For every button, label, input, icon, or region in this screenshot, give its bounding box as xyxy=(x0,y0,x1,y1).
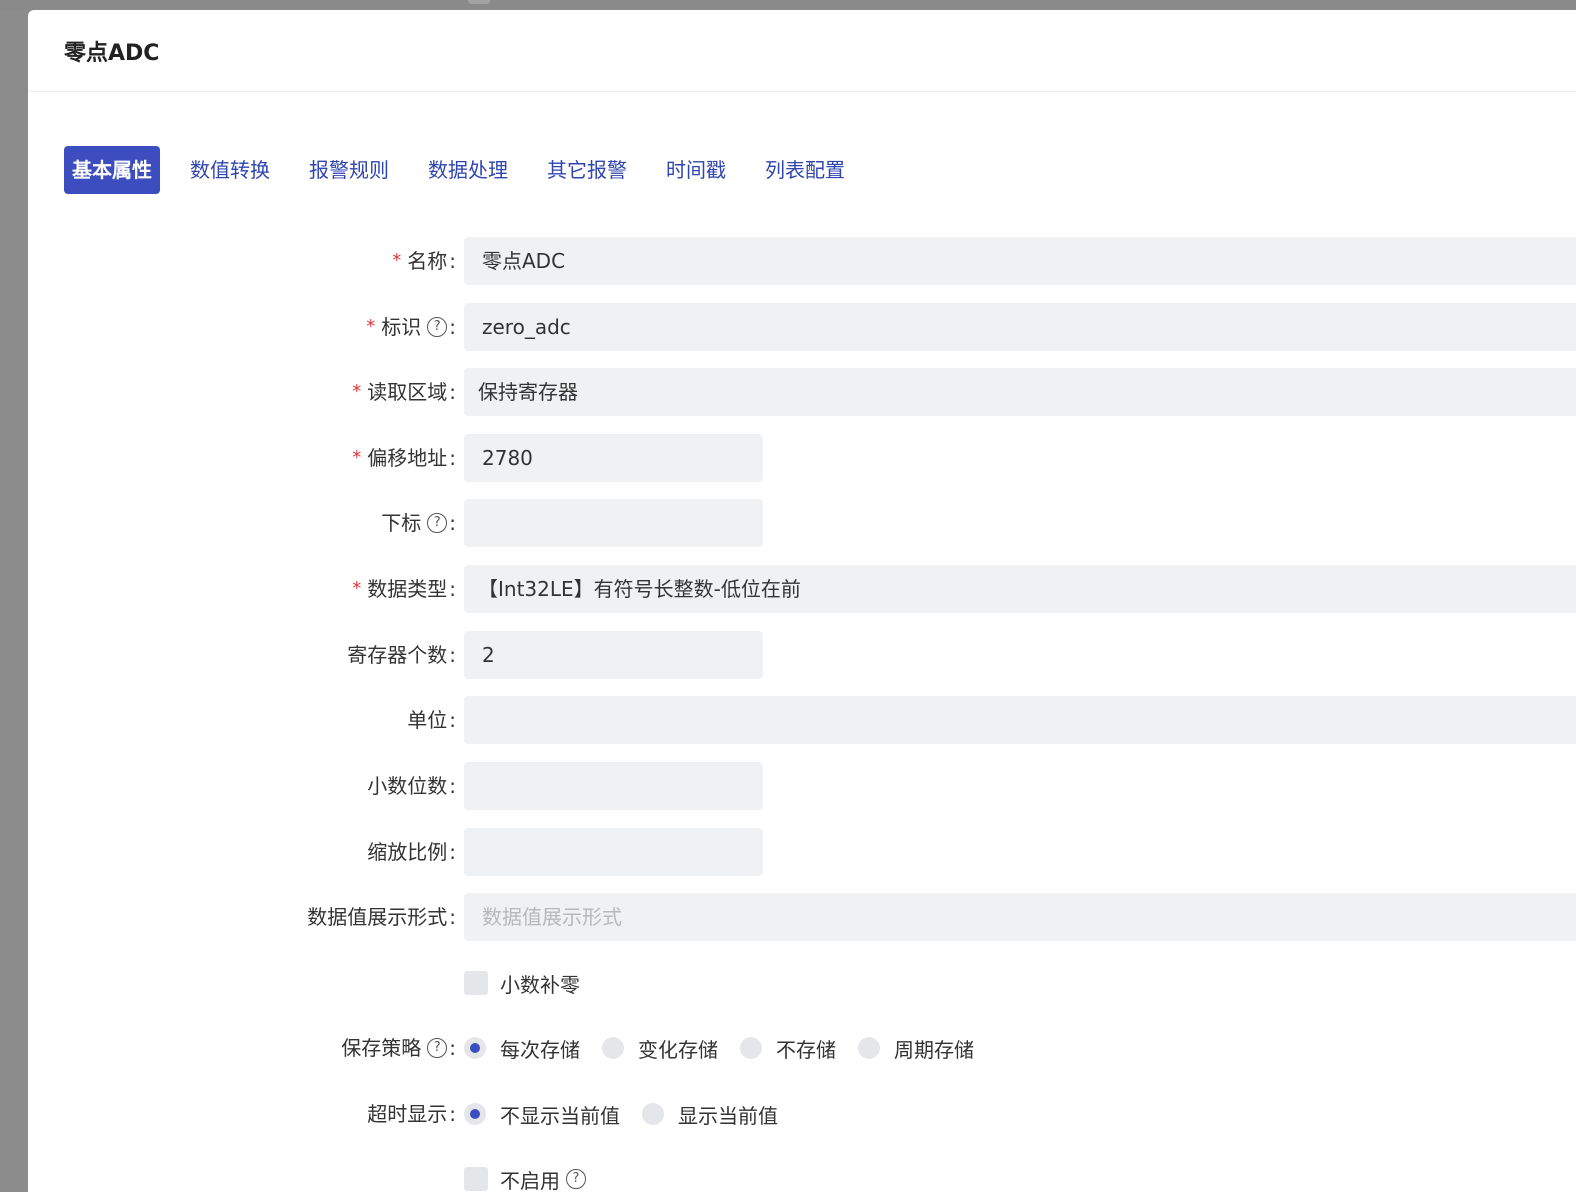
register-count-label: 寄存器个数: xyxy=(347,643,456,667)
name-input[interactable]: 零点ADC xyxy=(464,237,1576,285)
checkbox-box[interactable] xyxy=(464,971,488,995)
required-asterisk: * xyxy=(392,250,402,271)
backdrop-checkbox-fragment xyxy=(468,0,490,4)
timeout-show-current-value[interactable]: 显示当前值 xyxy=(642,1100,778,1129)
display-format-input[interactable]: 数据值展示形式 xyxy=(464,893,1576,941)
required-asterisk: * xyxy=(352,578,362,599)
register-count-input[interactable]: 2 xyxy=(464,631,763,679)
timeout-display-label: 超时显示: xyxy=(367,1102,456,1126)
index-input[interactable] xyxy=(464,499,763,547)
offset-label: * 偏移地址: xyxy=(352,434,456,482)
form-row-save-policy: 保存策略 ?: 每次存储 变化存储 不存储 周期存储 xyxy=(28,1024,1576,1072)
name-label: * 名称: xyxy=(392,237,456,285)
data-type-label: * 数据类型: xyxy=(352,565,456,613)
tab-data-processing[interactable]: 数据处理 xyxy=(419,146,517,194)
dialog-title: 零点ADC xyxy=(64,40,160,66)
pad-zero-group: 小数补零 xyxy=(464,959,580,1007)
required-asterisk: * xyxy=(366,316,376,337)
property-dialog: 零点ADC 基本属性 数值转换 报警规则 数据处理 其它报警 时间戳 列表配置 … xyxy=(28,10,1576,1192)
form-row-name: * 名称: 零点ADC xyxy=(28,237,1576,285)
tab-timestamp[interactable]: 时间戳 xyxy=(657,146,735,194)
help-icon[interactable]: ? xyxy=(427,1038,448,1058)
decimals-input[interactable] xyxy=(464,762,763,810)
identifier-input[interactable]: zero_adc xyxy=(464,303,1576,351)
radio-button[interactable] xyxy=(858,1037,880,1059)
help-icon[interactable]: ? xyxy=(427,317,448,337)
scale-input[interactable] xyxy=(464,828,763,876)
form-row-decimals: 小数位数: xyxy=(28,762,1576,810)
tab-bar: 基本属性 数值转换 报警规则 数据处理 其它报警 时间戳 列表配置 xyxy=(64,146,875,194)
tab-basic-properties[interactable]: 基本属性 xyxy=(64,146,160,194)
read-area-select[interactable]: 保持寄存器 xyxy=(464,368,1576,416)
data-type-select[interactable]: 【Int32LE】有符号长整数-低位在前 xyxy=(464,565,1576,613)
backdrop xyxy=(0,0,1576,10)
form-row-index: 下标 ?: xyxy=(28,499,1576,547)
save-policy-on-change[interactable]: 变化存储 xyxy=(602,1034,718,1063)
form-row-disable: 不启用 ? xyxy=(28,1155,1576,1192)
display-format-label: 数据值展示形式: xyxy=(307,905,456,929)
radio-button[interactable] xyxy=(602,1037,624,1059)
form-row-read-area: * 读取区域: 保持寄存器 xyxy=(28,368,1576,416)
radio-button-checked[interactable] xyxy=(464,1037,486,1059)
form-row-scale: 缩放比例: xyxy=(28,828,1576,876)
index-label: 下标 ?: xyxy=(381,511,456,535)
offset-input[interactable]: 2780 xyxy=(464,434,763,482)
tab-alarm-rules[interactable]: 报警规则 xyxy=(300,146,398,194)
timeout-hide-current-value[interactable]: 不显示当前值 xyxy=(464,1100,620,1129)
unit-input[interactable] xyxy=(464,696,1576,744)
required-asterisk: * xyxy=(352,447,362,468)
tab-value-conversion[interactable]: 数值转换 xyxy=(181,146,279,194)
timeout-display-radio-group: 不显示当前值 显示当前值 xyxy=(464,1090,800,1138)
identifier-label: * 标识 ?: xyxy=(366,303,456,351)
form-row-register-count: 寄存器个数: 2 xyxy=(28,631,1576,679)
form-row-data-type: * 数据类型: 【Int32LE】有符号长整数-低位在前 xyxy=(28,565,1576,613)
form-row-pad-zero: 小数补零 xyxy=(28,959,1576,1007)
form-row-timeout-display: 超时显示: 不显示当前值 显示当前值 xyxy=(28,1090,1576,1138)
form-row-display-format: 数据值展示形式: 数据值展示形式 xyxy=(28,893,1576,941)
unit-label: 单位: xyxy=(407,708,456,732)
pad-zero-checkbox[interactable]: 小数补零 xyxy=(464,969,580,998)
help-icon[interactable]: ? xyxy=(427,513,448,533)
dialog-header: 零点ADC xyxy=(28,10,1576,92)
save-policy-every-time[interactable]: 每次存储 xyxy=(464,1034,580,1063)
required-asterisk: * xyxy=(352,381,362,402)
tab-other-alarms[interactable]: 其它报警 xyxy=(538,146,636,194)
checkbox-box[interactable] xyxy=(464,1167,488,1191)
save-policy-none[interactable]: 不存储 xyxy=(740,1034,836,1063)
decimals-label: 小数位数: xyxy=(367,774,456,798)
save-policy-label: 保存策略 ?: xyxy=(341,1036,456,1060)
save-policy-radio-group: 每次存储 变化存储 不存储 周期存储 xyxy=(464,1024,996,1072)
form-row-identifier: * 标识 ?: zero_adc xyxy=(28,303,1576,351)
tab-list-config[interactable]: 列表配置 xyxy=(756,146,854,194)
form-row-unit: 单位: xyxy=(28,696,1576,744)
read-area-label: * 读取区域: xyxy=(352,368,456,416)
form-row-offset: * 偏移地址: 2780 xyxy=(28,434,1576,482)
radio-button[interactable] xyxy=(740,1037,762,1059)
radio-button-checked[interactable] xyxy=(464,1103,486,1125)
scale-label: 缩放比例: xyxy=(367,840,456,864)
help-icon[interactable]: ? xyxy=(566,1169,586,1189)
disable-checkbox[interactable]: 不启用 ? xyxy=(464,1165,586,1192)
disable-group: 不启用 ? xyxy=(464,1155,586,1192)
radio-button[interactable] xyxy=(642,1103,664,1125)
save-policy-periodic[interactable]: 周期存储 xyxy=(858,1034,974,1063)
